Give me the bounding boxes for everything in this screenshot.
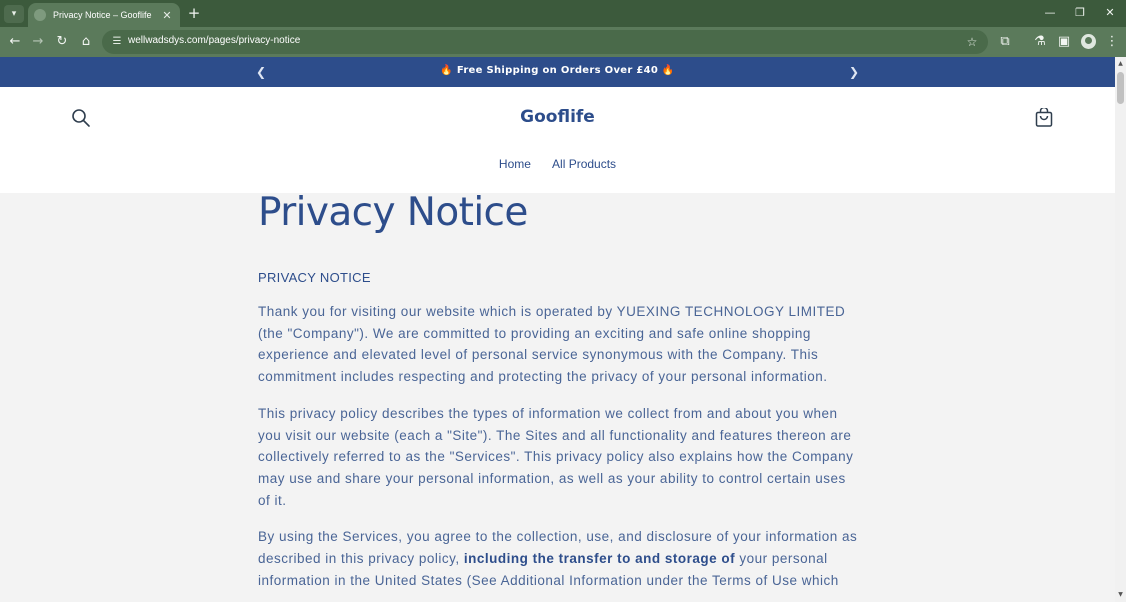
paragraph: This privacy policy describes the types … [258,405,854,508]
new-tab-icon[interactable]: + [186,4,202,22]
paragraph-emphasis: including the transfer to and storage of [463,551,736,567]
main-nav: Home All Products [0,153,1115,172]
browser-toolbar: ← → ↻ ⌂ ☰ wellwadsdys.com/pages/privacy-… [0,27,1126,57]
announcement-bar: ❮ 🔥 Free Shipping on Orders Over £40 🔥 ❯ [0,57,1115,87]
browser-tab[interactable]: Privacy Notice – Gooflife ✕ [28,3,180,27]
back-icon[interactable]: ← [5,32,25,52]
favicon-icon [34,9,46,21]
web-page: ❮ 🔥 Free Shipping on Orders Over £40 🔥 ❯… [0,57,1115,602]
site-logo[interactable]: Gooflife [0,107,1115,127]
nav-home[interactable]: Home [499,157,531,171]
main-content: Privacy Notice PRIVACY NOTICE Thank you … [258,193,858,591]
bookmark-star-icon[interactable]: ☆ [964,33,980,51]
forward-icon[interactable]: → [28,32,48,52]
chevron-right-icon[interactable]: ❯ [846,64,862,80]
address-bar[interactable]: ☰ wellwadsdys.com/pages/privacy-notice ☆ [102,30,988,54]
site-header: Gooflife Home All Products [0,87,1115,193]
section-heading: PRIVACY NOTICE [258,270,371,285]
scrollbar-thumb[interactable] [1117,72,1124,104]
side-panel-icon[interactable]: ▣ [1054,32,1074,52]
scroll-down-icon[interactable]: ▼ [1115,590,1126,600]
page-scrollbar[interactable]: ▲ ▼ [1115,57,1126,602]
url-text[interactable]: wellwadsdys.com/pages/privacy-notice [128,35,300,46]
close-window-icon[interactable]: ✕ [1101,5,1119,21]
page-title: Privacy Notice [258,190,528,235]
scroll-up-icon[interactable]: ▲ [1115,59,1126,69]
cart-icon[interactable] [1034,108,1054,128]
tab-title: Privacy Notice – Gooflife [53,10,152,20]
labs-icon[interactable]: ⚗ [1030,32,1050,52]
nav-all-products[interactable]: All Products [552,157,616,171]
announcement-text: 🔥 Free Shipping on Orders Over £40 🔥 [440,65,675,76]
close-icon[interactable]: ✕ [160,9,174,22]
browser-tab-strip: ▾ Privacy Notice – Gooflife ✕ + — ❐ ✕ [0,0,1126,27]
minimize-icon[interactable]: — [1041,5,1059,21]
menu-icon[interactable]: ⋮ [1102,32,1122,52]
home-icon[interactable]: ⌂ [76,32,96,52]
paragraph: By using the Services, you agree to the … [258,526,858,591]
reload-icon[interactable]: ↻ [52,32,72,52]
profile-icon[interactable] [1081,34,1096,49]
tab-list-icon[interactable]: ▾ [4,5,24,23]
paragraph: Thank you for visiting our website which… [258,304,846,385]
restore-icon[interactable]: ❐ [1071,5,1089,21]
site-info-icon[interactable]: ☰ [110,35,124,49]
extensions-icon[interactable]: ⧉ [995,32,1015,52]
